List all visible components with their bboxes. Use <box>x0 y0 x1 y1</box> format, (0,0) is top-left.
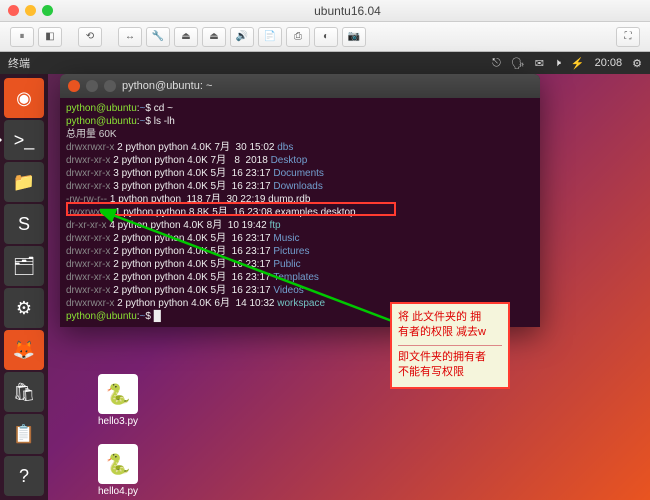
panel-clock[interactable]: 20:08 <box>595 57 623 69</box>
vm-button-0[interactable]: ⏸ <box>10 27 34 47</box>
ls-row: drwxr-xr-x 2 python python 4.0K 5月 16 23… <box>66 232 534 245</box>
launcher-item-6[interactable]: 🦊 <box>4 330 44 370</box>
vm-button-2[interactable]: ⟲ <box>78 27 102 47</box>
vm-expand-button[interactable]: ⛶ <box>616 27 640 47</box>
vm-button-1[interactable]: ◧ <box>38 27 62 47</box>
term-max-icon[interactable] <box>104 80 116 92</box>
panel-icon-3[interactable]: 🕨 <box>554 57 561 70</box>
ubuntu-top-panel: 终端 ⎋ 🗣 ✉ 🕨 ⚡ 20:08 ⚙ <box>0 52 650 74</box>
panel-app-name: 终端 <box>8 55 30 71</box>
ls-row: drwxr-xr-x 2 python python 4.0K 7月 8 201… <box>66 154 534 167</box>
vmware-toolbar: ⏸◧⟲↔🔧⏏⏏🔊📄⎙◐📷 ⛶ <box>0 22 650 52</box>
panel-icon-4[interactable]: ⚡ <box>571 57 585 70</box>
vm-button-7[interactable]: 🔊 <box>230 27 254 47</box>
ls-row: drwxr-xr-x 2 python python 4.0K 5月 16 23… <box>66 245 534 258</box>
launcher-item-3[interactable]: S <box>4 204 44 244</box>
maximize-icon[interactable] <box>42 5 53 16</box>
ls-row: drwxrwxr-x 2 python python 4.0K 7月 30 15… <box>66 141 534 154</box>
vm-button-4[interactable]: 🔧 <box>146 27 170 47</box>
traffic-lights <box>8 5 53 16</box>
ls-row: drwxr-xr-x 3 python python 4.0K 5月 16 23… <box>66 167 534 180</box>
vm-button-3[interactable]: ↔ <box>118 27 142 47</box>
close-icon[interactable] <box>8 5 19 16</box>
unity-launcher: ◉>_📁S🗂⚙🦊🛍📋? <box>0 74 48 500</box>
terminal-title: python@ubuntu: ~ <box>122 79 212 93</box>
vm-button-6[interactable]: ⏏ <box>202 27 226 47</box>
launcher-item-8[interactable]: 📋 <box>4 414 44 454</box>
vm-button-5[interactable]: ⏏ <box>174 27 198 47</box>
panel-icon-0[interactable]: ⎋ <box>492 57 501 70</box>
vm-button-8[interactable]: 📄 <box>258 27 282 47</box>
annotation-callout: 将 此文件夹的 拥 有者的权限 减去w 即文件夹的拥有者 不能有写权限 <box>390 302 510 389</box>
terminal-titlebar[interactable]: python@ubuntu: ~ <box>60 74 540 98</box>
launcher-item-9[interactable]: ? <box>4 456 44 496</box>
ls-row: drwxr-xr-x 3 python python 4.0K 5月 16 23… <box>66 180 534 193</box>
launcher-item-1[interactable]: >_ <box>4 120 44 160</box>
gear-icon[interactable]: ⚙ <box>632 57 642 70</box>
mac-titlebar: ubuntu16.04 <box>0 0 650 22</box>
ls-row: drwxr-xr-x 2 python python 4.0K 5月 16 23… <box>66 284 534 297</box>
minimize-icon[interactable] <box>25 5 36 16</box>
vm-button-10[interactable]: ◐ <box>314 27 338 47</box>
ls-row: -rwxrwxr-x 1 python python 8.8K 5月 16 23… <box>66 206 534 219</box>
launcher-item-7[interactable]: 🛍 <box>4 372 44 412</box>
launcher-item-4[interactable]: 🗂 <box>4 246 44 286</box>
vm-button-9[interactable]: ⎙ <box>286 27 310 47</box>
desktop-file[interactable]: 🐍hello3.py <box>90 374 146 427</box>
ubuntu-desktop[interactable]: ◉>_📁S🗂⚙🦊🛍📋? python@ubuntu: ~ python@ubun… <box>0 74 650 500</box>
ls-row: dr-xr-xr-x 4 python python 4.0K 8月 10 19… <box>66 219 534 232</box>
ls-row: drwxr-xr-x 2 python python 4.0K 5月 16 23… <box>66 271 534 284</box>
python-file-icon: 🐍 <box>98 444 138 484</box>
terminal-window[interactable]: python@ubuntu: ~ python@ubuntu:~$ cd ~py… <box>60 74 540 327</box>
window-title: ubuntu16.04 <box>53 4 642 18</box>
ls-row: -rw-rw-r-- 1 python python 118 7月 30 22:… <box>66 193 534 206</box>
launcher-item-2[interactable]: 📁 <box>4 162 44 202</box>
term-min-icon[interactable] <box>86 80 98 92</box>
launcher-item-0[interactable]: ◉ <box>4 78 44 118</box>
term-close-icon[interactable] <box>68 80 80 92</box>
launcher-item-5[interactable]: ⚙ <box>4 288 44 328</box>
ls-row: drwxr-xr-x 2 python python 4.0K 5月 16 23… <box>66 258 534 271</box>
terminal-body[interactable]: python@ubuntu:~$ cd ~python@ubuntu:~$ ls… <box>60 98 540 327</box>
panel-icon-1[interactable]: 🗣 <box>511 57 525 70</box>
panel-icon-2[interactable]: ✉ <box>535 57 544 70</box>
python-file-icon: 🐍 <box>98 374 138 414</box>
desktop-file[interactable]: 🐍hello4.py <box>90 444 146 497</box>
vm-button-11[interactable]: 📷 <box>342 27 366 47</box>
